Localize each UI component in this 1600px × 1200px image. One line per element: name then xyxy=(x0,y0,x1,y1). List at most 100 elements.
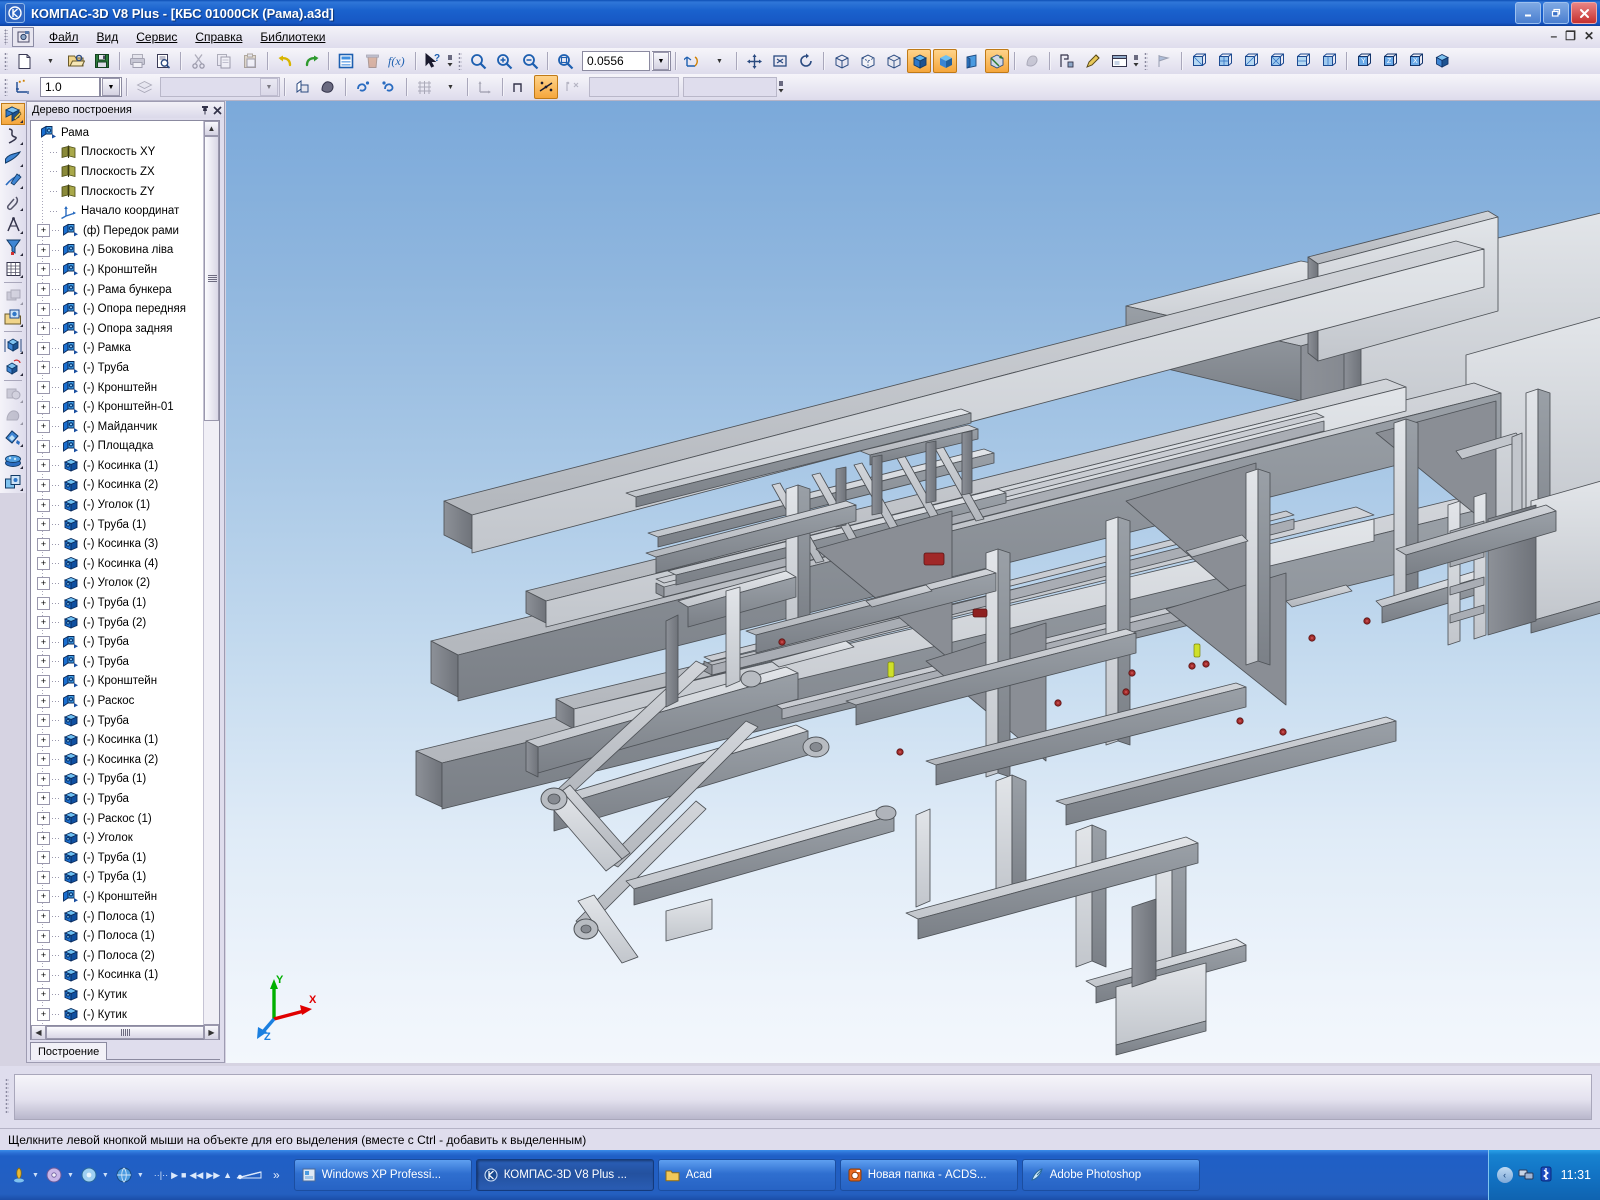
zoom-window-button[interactable] xyxy=(466,49,490,73)
tree-expander-plus-icon[interactable]: + xyxy=(37,478,50,492)
tree-row[interactable]: + (-) Труба (2) xyxy=(31,613,204,633)
tree-row[interactable]: + (ф) Передок рами xyxy=(31,221,204,241)
tree-row[interactable]: + (-) Труба (1) xyxy=(31,593,204,613)
layer-combo[interactable]: ▼ xyxy=(160,77,280,97)
tree-row[interactable]: + (-) Труба xyxy=(31,652,204,672)
new-document-button[interactable] xyxy=(12,49,36,73)
tree-expander-plus-icon[interactable]: + xyxy=(37,537,50,551)
tree-row[interactable]: + (-) Труба (1) xyxy=(31,770,204,790)
tree-row[interactable]: + (-) Труба xyxy=(31,711,204,731)
hide-objects-button[interactable] xyxy=(290,75,314,99)
context-help-button[interactable]: ? xyxy=(421,49,445,73)
tree-row[interactable]: + (-) Рамка xyxy=(31,339,204,359)
view-bottom-button[interactable] xyxy=(1317,49,1341,73)
tree-expander-plus-icon[interactable]: + xyxy=(37,557,50,571)
tree-expander-plus-icon[interactable]: + xyxy=(37,890,50,904)
properties-tool-button[interactable] xyxy=(1,427,25,449)
hidden-lines-button[interactable] xyxy=(855,49,879,73)
disable-snaps-button[interactable] xyxy=(560,75,584,99)
tab-construction[interactable]: Построение xyxy=(30,1042,108,1060)
tree-expander-plus-icon[interactable]: + xyxy=(37,831,50,845)
scroll-thumb[interactable] xyxy=(204,136,219,421)
tree-row[interactable]: + (-) Труба (1) xyxy=(31,515,204,535)
hide-constraints-button[interactable] xyxy=(351,75,375,99)
tree-row[interactable]: + (-) Майданчик xyxy=(31,417,204,437)
cut-tool-button[interactable] xyxy=(1,405,25,427)
library-tool-button[interactable] xyxy=(1,449,25,471)
show-constraints-button[interactable] xyxy=(377,75,401,99)
taskbar-item-acdsee[interactable]: Новая папка - ACDS... xyxy=(839,1159,1018,1191)
media-icon[interactable] xyxy=(8,1164,30,1186)
media-eject-button[interactable]: ▲ xyxy=(223,1170,232,1180)
view-back-button[interactable] xyxy=(1213,49,1237,73)
browser-icon[interactable] xyxy=(113,1164,135,1186)
array-tool-button[interactable] xyxy=(1,285,25,307)
scroll-up-button[interactable]: ▲ xyxy=(204,121,219,136)
scale-dropdown-button[interactable]: ▼ xyxy=(652,51,671,71)
tree-vertical-scrollbar[interactable]: ▲ ▼ xyxy=(203,121,219,1039)
surfaces-tool-button[interactable] xyxy=(1,147,25,169)
rotate-dropdown[interactable]: ▼ xyxy=(707,49,731,73)
current-state-toolbar-grip[interactable] xyxy=(4,78,8,96)
zoom-region-button[interactable] xyxy=(768,49,792,73)
tree-expander-plus-icon[interactable]: + xyxy=(37,753,50,767)
tree-row[interactable]: + (-) Полоса (1) xyxy=(31,907,204,927)
tree-row[interactable]: + (-) Полоса (2) xyxy=(31,946,204,966)
shaded-edges-button[interactable] xyxy=(907,49,931,73)
tree-row[interactable]: + (-) Боковина ліва xyxy=(31,241,204,261)
variables-button[interactable]: f(x) xyxy=(386,49,410,73)
snap-dropdown-button[interactable]: ▼ xyxy=(100,77,122,97)
delete-object-button[interactable] xyxy=(360,49,384,73)
tree-row[interactable]: Плоскость XY xyxy=(31,143,204,163)
standard-toolbar-grip[interactable] xyxy=(4,52,8,70)
layers-button[interactable] xyxy=(132,75,156,99)
perspective-button[interactable] xyxy=(959,49,983,73)
wireframe-button[interactable] xyxy=(829,49,853,73)
tree-row[interactable]: + (-) Раскос xyxy=(31,691,204,711)
media-controls[interactable]: ··|·· ▶ ■ ◀◀ ▶▶ ▲ xyxy=(154,1169,265,1181)
tree-expander-plus-icon[interactable]: + xyxy=(37,439,50,453)
media-prev-button[interactable]: ◀◀ xyxy=(189,1170,203,1181)
volume-icon[interactable] xyxy=(78,1164,100,1186)
tree-row[interactable]: + (-) Труба xyxy=(31,632,204,652)
view-dimetry-button[interactable] xyxy=(1430,49,1454,73)
tree-row[interactable]: + (-) Косинка (1) xyxy=(31,966,204,986)
taskbar-item-acad[interactable]: Acad xyxy=(657,1159,836,1191)
tree-row[interactable]: + (-) Кутик xyxy=(31,1005,204,1025)
tree-expander-plus-icon[interactable]: + xyxy=(37,733,50,747)
edit-model-tool-button[interactable] xyxy=(1,103,25,126)
taskbar-item-kompas-3d[interactable]: КОМПАС-3D V8 Plus ... xyxy=(475,1159,654,1191)
menu-item-file[interactable]: Файл xyxy=(40,28,88,46)
menu-item-help[interactable]: Справка xyxy=(186,28,251,46)
model-tree-body[interactable]: Рама Плоскость XY Плоскость ZX Плоскость Z… xyxy=(30,120,220,1040)
boolean-tool-button[interactable] xyxy=(1,383,25,405)
volume-slider[interactable] xyxy=(235,1169,265,1181)
tree-row[interactable]: + (-) Кронштейн-01 xyxy=(31,397,204,417)
tray-expand-button[interactable]: ‹ xyxy=(1496,1167,1513,1183)
minimize-button[interactable] xyxy=(1515,2,1541,24)
close-icon[interactable] xyxy=(211,104,224,117)
components-tool-button[interactable] xyxy=(1,471,25,493)
open-document-button[interactable] xyxy=(64,49,88,73)
tree-expander-plus-icon[interactable]: + xyxy=(37,361,50,375)
close-button[interactable] xyxy=(1571,2,1597,24)
tree-expander-plus-icon[interactable]: + xyxy=(37,851,50,865)
copy-button[interactable] xyxy=(212,49,236,73)
quick-launch-overflow[interactable]: » xyxy=(273,1168,280,1182)
undo-button[interactable] xyxy=(273,49,297,73)
no-hidden-lines-button[interactable] xyxy=(881,49,905,73)
tree-expander-plus-icon[interactable]: + xyxy=(37,341,50,355)
bluetooth-icon[interactable] xyxy=(1539,1166,1553,1185)
print-preview-button[interactable] xyxy=(151,49,175,73)
zoom-out-button[interactable] xyxy=(518,49,542,73)
tree-row[interactable]: + (-) Раскос (1) xyxy=(31,809,204,829)
tree-expander-plus-icon[interactable]: + xyxy=(37,518,50,532)
tree-row[interactable]: Плоскость ZX xyxy=(31,162,204,182)
tree-expander-plus-icon[interactable]: + xyxy=(37,283,50,297)
tree-row[interactable]: + (-) Труба xyxy=(31,358,204,378)
auxiliary-geometry-tool-button[interactable] xyxy=(1,191,25,213)
current-state-toolbar-overflow[interactable] xyxy=(777,76,785,98)
menu-item-view[interactable]: Вид xyxy=(88,28,128,46)
print-button[interactable] xyxy=(125,49,149,73)
disc-icon[interactable] xyxy=(43,1164,65,1186)
